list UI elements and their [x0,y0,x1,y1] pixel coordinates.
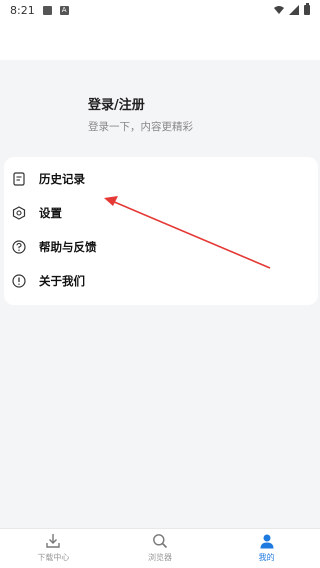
menu-item-label: 设置 [39,206,62,220]
bottom-nav: 下载中心 浏览器 我的 [0,528,320,568]
wifi-icon [274,6,284,14]
download-icon [46,534,61,548]
login-register-link[interactable]: 登录/注册 [88,94,145,113]
search-icon [153,534,168,549]
status-bar: 8:21 A [0,0,320,20]
menu-card: 历史记录 设置 帮助与反馈 关于我们 [4,157,318,305]
signal-icon [289,5,299,15]
nav-label: 浏览器 [148,553,172,562]
notification-badge-icon: A [59,5,69,15]
profile-section[interactable]: 登录/注册 登录一下，内容更精彩 [0,60,320,155]
status-time: 8:21 [10,3,35,17]
battery-icon [304,3,310,15]
screen: 8:21 A 登录/注册 登录一下，内容更精彩 历史记录 设置 帮助与反馈 关于… [0,0,320,568]
menu-item-about-us[interactable]: 关于我们 [4,264,318,298]
nav-download-center[interactable]: 下载中心 [0,529,107,568]
menu-item-label: 关于我们 [39,274,85,288]
user-icon [260,534,274,549]
menu-item-label: 历史记录 [39,172,85,186]
nav-label: 下载中心 [37,553,70,562]
menu-item-history[interactable]: 历史记录 [4,162,318,196]
info-exclamation-icon [12,274,26,288]
notification-icon [42,5,52,15]
nav-mine[interactable]: 我的 [213,529,320,568]
help-question-icon [12,240,26,254]
nav-label: 我的 [258,553,275,562]
header-area [0,20,320,60]
menu-item-help-feedback[interactable]: 帮助与反馈 [4,230,318,264]
menu-item-settings[interactable]: 设置 [4,196,318,230]
settings-gear-icon [12,206,26,220]
nav-browser[interactable]: 浏览器 [107,529,214,568]
login-subtitle: 登录一下，内容更精彩 [88,121,193,133]
menu-item-label: 帮助与反馈 [39,240,97,254]
history-doc-icon [12,172,26,186]
